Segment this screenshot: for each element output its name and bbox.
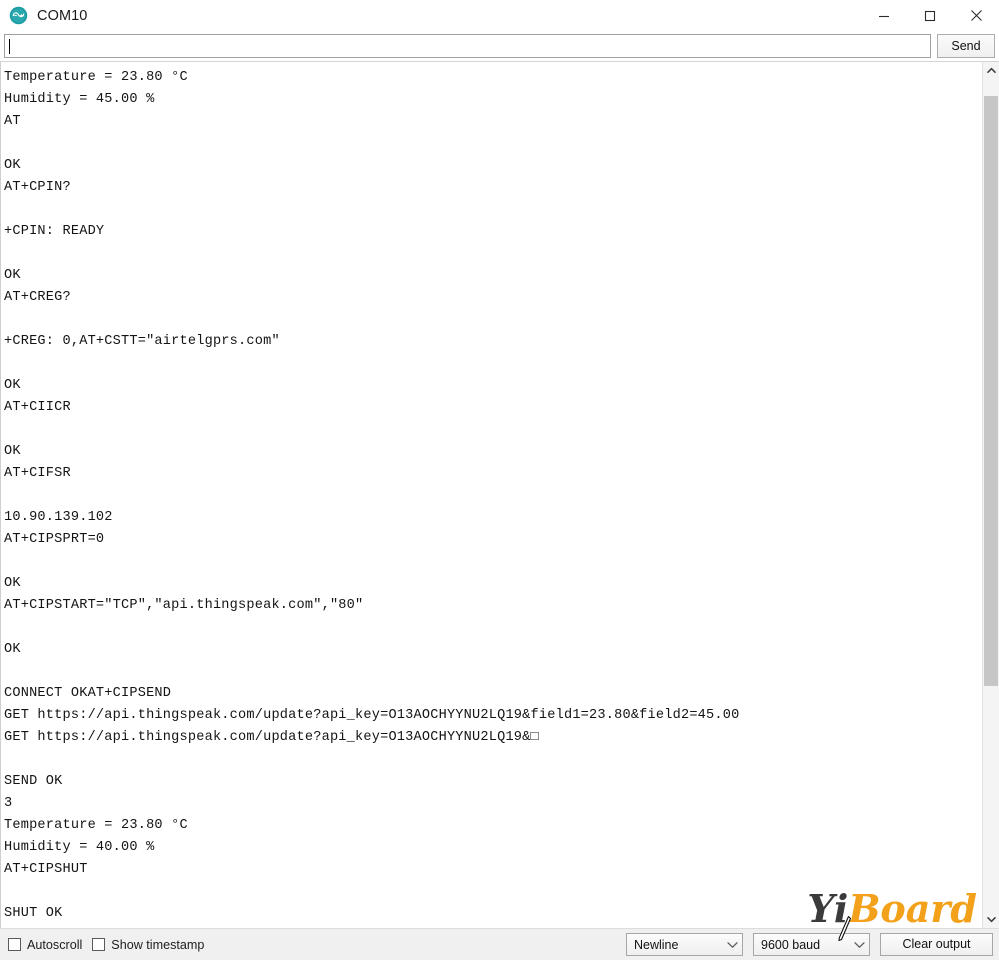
text-caret bbox=[9, 39, 10, 54]
console-line: +CPIN: READY bbox=[4, 224, 105, 239]
window-title: COM10 bbox=[37, 7, 88, 24]
autoscroll-label: Autoscroll bbox=[27, 937, 83, 952]
arduino-logo-icon bbox=[9, 6, 28, 25]
autoscroll-checkbox-group[interactable]: Autoscroll bbox=[8, 938, 82, 952]
console-line: GET https://api.thingspeak.com/update?ap… bbox=[4, 730, 539, 745]
console-line: Humidity = 45.00 % bbox=[4, 92, 155, 107]
maximize-icon[interactable] bbox=[907, 0, 953, 31]
console-line: GET https://api.thingspeak.com/update?ap… bbox=[4, 708, 740, 723]
show-timestamp-checkbox[interactable] bbox=[92, 938, 106, 951]
close-icon[interactable] bbox=[953, 0, 999, 31]
console-line: Humidity = 40.00 % bbox=[4, 840, 155, 855]
command-input[interactable] bbox=[4, 34, 931, 58]
title-bar: COM10 bbox=[0, 0, 999, 31]
serial-monitor-window: COM10 Send Temperature = 23.80 °C Humidit… bbox=[0, 0, 999, 960]
console-line: AT+CIPSHUT bbox=[4, 862, 88, 877]
title-bar-left: COM10 bbox=[0, 6, 87, 25]
baud-rate-value: 9600 baud bbox=[761, 937, 821, 952]
console-scrollbar[interactable] bbox=[982, 62, 999, 928]
console-line: OK bbox=[4, 642, 21, 657]
console-line: 3 bbox=[4, 796, 13, 811]
console-line: AT+CREG? bbox=[4, 290, 71, 305]
console-line: SEND OK bbox=[4, 774, 63, 789]
console-line: OK bbox=[4, 378, 21, 393]
clear-output-button[interactable]: Clear output bbox=[880, 933, 993, 956]
console-line: OK bbox=[4, 268, 21, 283]
console-line: SHUT OK bbox=[4, 906, 63, 921]
console-line: AT bbox=[4, 114, 21, 129]
minimize-icon[interactable] bbox=[861, 0, 907, 31]
chevron-down-icon[interactable] bbox=[983, 911, 999, 928]
console-line: Temperature = 23.80 °C bbox=[4, 818, 188, 833]
line-ending-select[interactable]: Newline bbox=[626, 933, 743, 956]
console-line: Temperature = 23.80 °C bbox=[4, 70, 188, 85]
send-button[interactable]: Send bbox=[937, 34, 995, 58]
autoscroll-checkbox[interactable] bbox=[8, 938, 21, 951]
scrollbar-thumb[interactable] bbox=[984, 95, 998, 687]
console-line: OK bbox=[4, 158, 21, 173]
console-line: AT+CIICR bbox=[4, 400, 71, 415]
console-line: AT+CIFSR bbox=[4, 466, 71, 481]
send-row: Send bbox=[0, 31, 999, 61]
window-controls bbox=[861, 0, 999, 31]
chevron-up-icon[interactable] bbox=[983, 62, 999, 79]
status-bar: Autoscroll Show timestamp Newline 9600 b… bbox=[0, 928, 999, 960]
console-line: OK bbox=[4, 444, 21, 459]
chevron-down-icon bbox=[854, 938, 865, 952]
show-timestamp-checkbox-group[interactable]: Show timestamp bbox=[92, 938, 204, 952]
show-timestamp-label: Show timestamp bbox=[111, 937, 205, 952]
line-ending-value: Newline bbox=[634, 937, 679, 952]
scrollbar-track[interactable] bbox=[983, 79, 999, 911]
chevron-down-icon bbox=[727, 938, 738, 952]
console-output[interactable]: Temperature = 23.80 °C Humidity = 45.00 %… bbox=[0, 62, 982, 928]
console-line: CONNECT OKAT+CIPSEND bbox=[4, 686, 172, 701]
console-line: AT+CIPSTART="TCP","api.thingspeak.com","… bbox=[4, 598, 364, 613]
console-line: +CREG: 0,AT+CSTT="airtelgprs.com" bbox=[4, 334, 280, 349]
console-line: OK bbox=[4, 576, 21, 591]
console-area: Temperature = 23.80 °C Humidity = 45.00 %… bbox=[0, 61, 999, 928]
console-line: 10.90.139.102 bbox=[4, 510, 113, 525]
baud-rate-select[interactable]: 9600 baud bbox=[753, 933, 870, 956]
console-line: AT+CPIN? bbox=[4, 180, 71, 195]
console-line: AT+CIPSPRT=0 bbox=[4, 532, 105, 547]
